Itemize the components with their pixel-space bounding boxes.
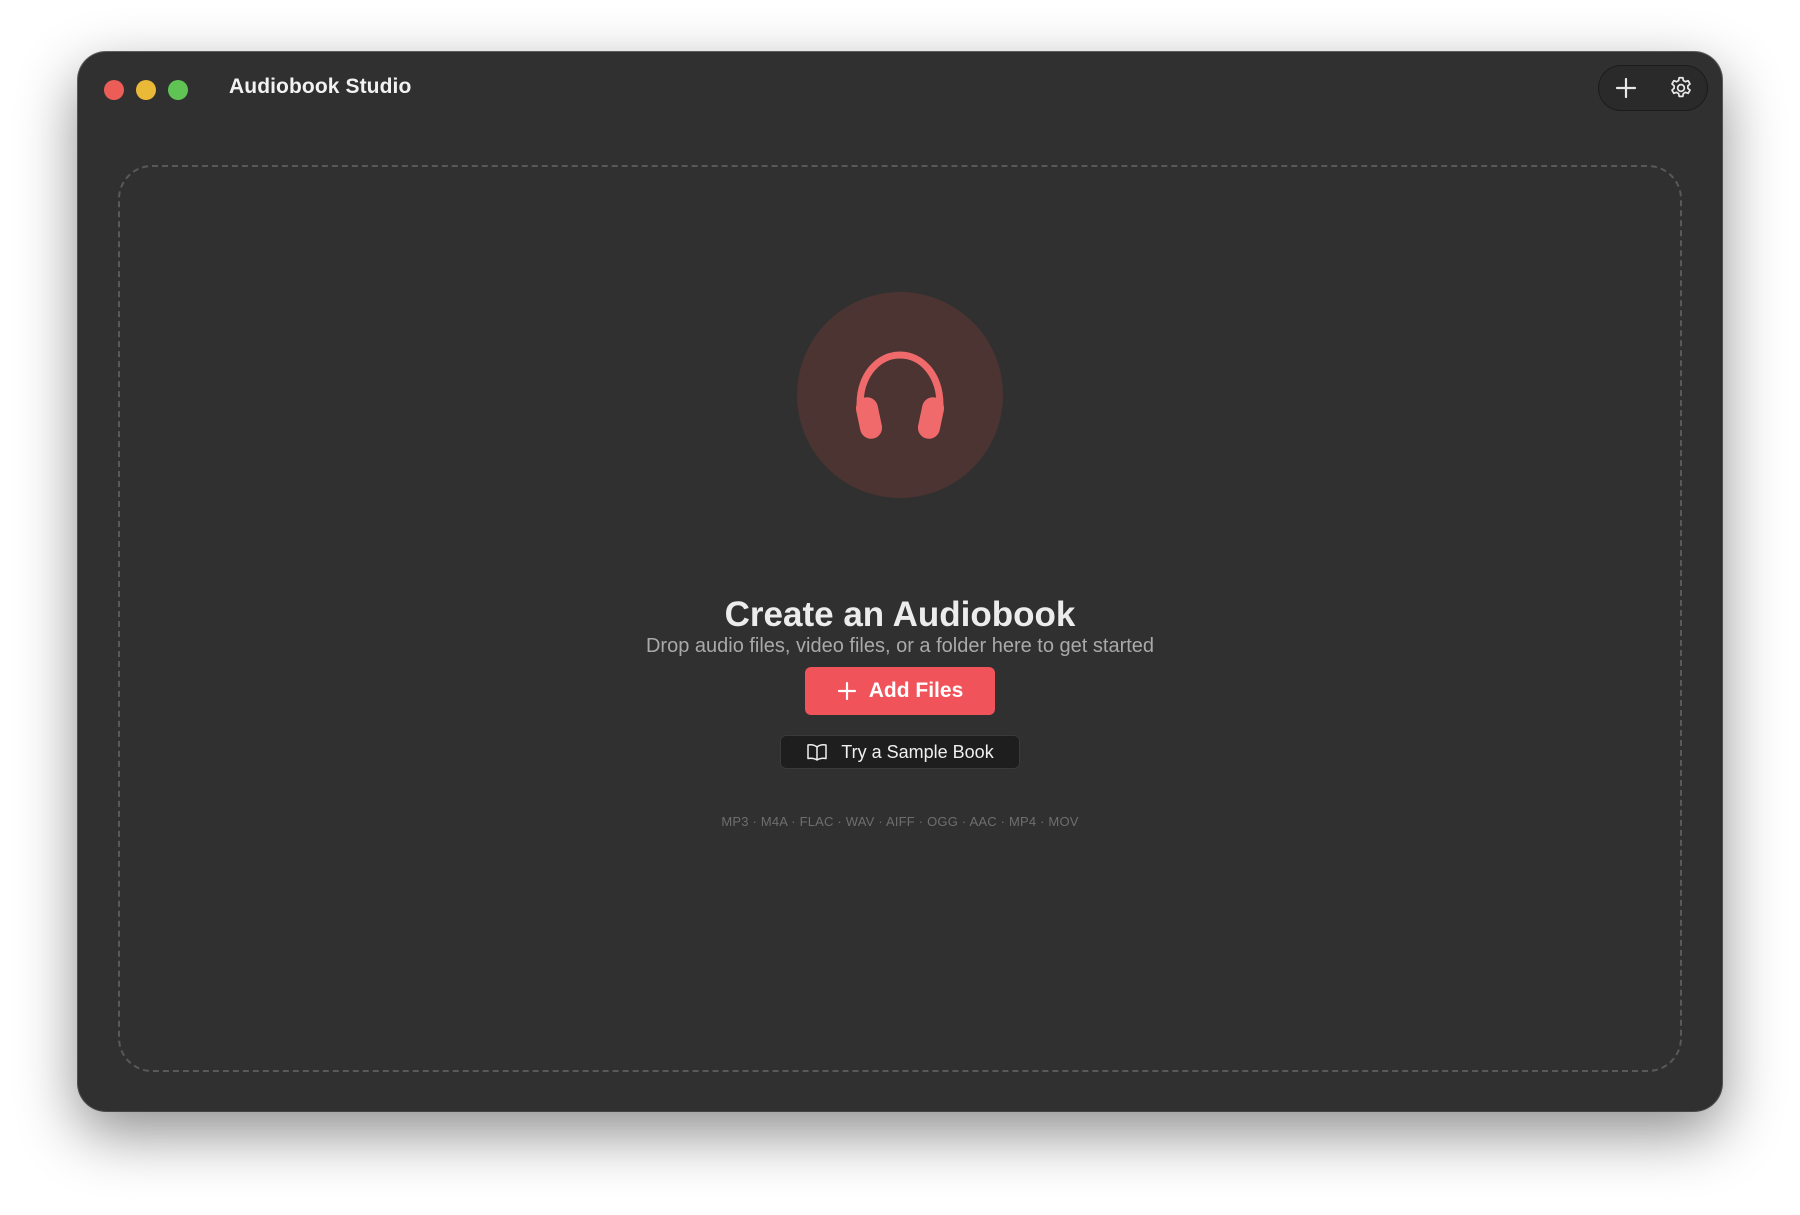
try-sample-book-button[interactable]: Try a Sample Book [780, 735, 1020, 769]
window-close-button[interactable] [104, 80, 124, 100]
app-window: Audiobook Studio Create an Audiobook Dro… [78, 52, 1722, 1111]
window-minimize-button[interactable] [136, 80, 156, 100]
window-maximize-button[interactable] [168, 80, 188, 100]
gear-icon [1670, 76, 1691, 98]
settings-button[interactable] [1661, 68, 1701, 108]
try-sample-book-label: Try a Sample Book [841, 741, 994, 762]
add-files-button[interactable]: Add Files [805, 667, 995, 715]
subtitle: Drop audio files, video files, or a fold… [645, 635, 1155, 657]
toolbar-group [1598, 65, 1708, 111]
titlebar: Audiobook Studio [78, 52, 1722, 126]
plus-icon [837, 681, 856, 701]
add-button[interactable] [1606, 68, 1646, 108]
headphones-icon [855, 351, 945, 439]
app-title: Audiobook Studio [229, 75, 412, 98]
book-icon [807, 744, 828, 761]
supported-formats: MP3 · M4A · FLAC · WAV · AIFF · OGG · AA… [721, 814, 1079, 829]
plus-icon [1615, 77, 1636, 99]
headline: Create an Audiobook [724, 595, 1076, 634]
add-files-label: Add Files [868, 679, 964, 702]
hero-icon-circle [797, 292, 1003, 498]
